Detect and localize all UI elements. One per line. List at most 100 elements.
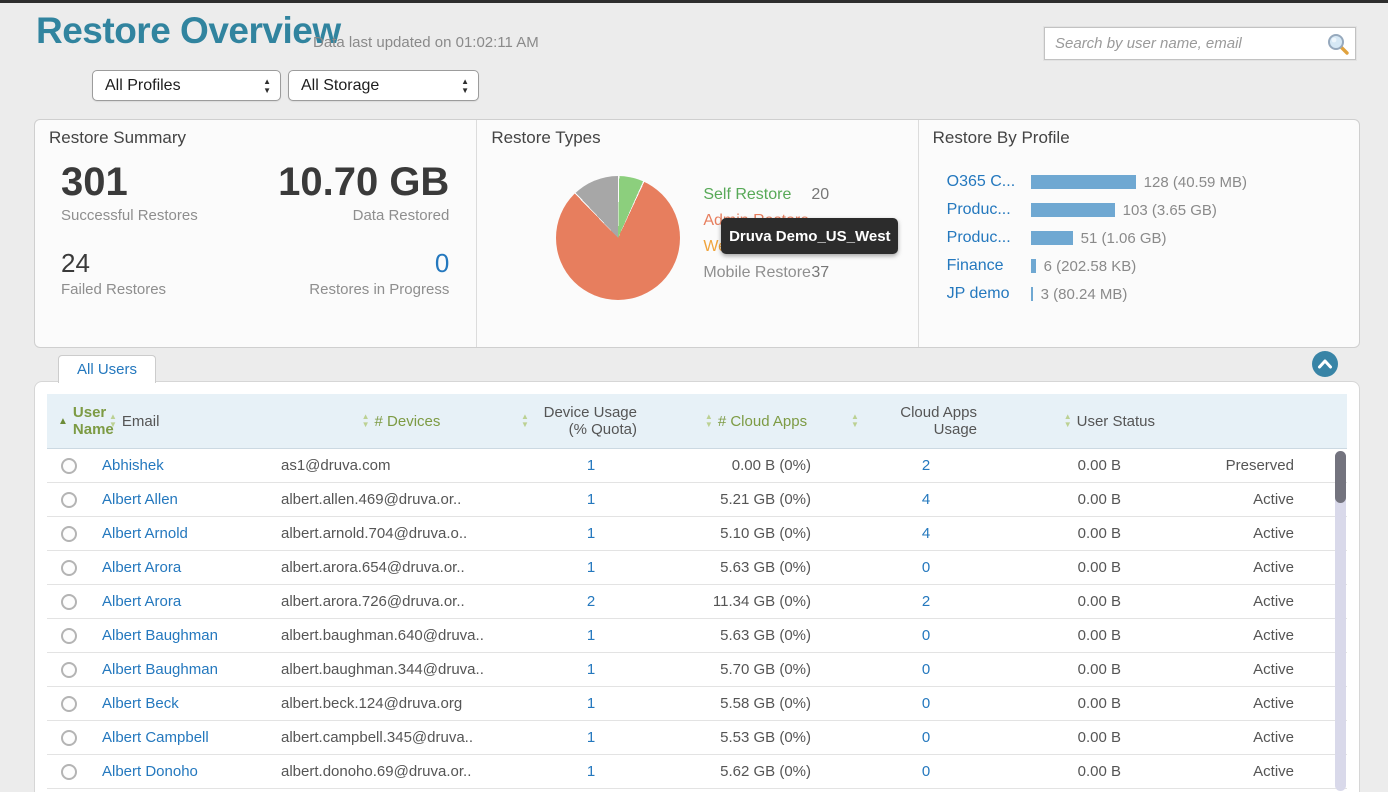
user-name-cell: Albert Campbell: [91, 729, 281, 746]
user-name-cell: Albert Arora: [91, 593, 281, 610]
profile-link[interactable]: Finance: [947, 257, 1031, 275]
table-scrollbar-thumb[interactable]: [1335, 451, 1346, 503]
cloud-apps-link[interactable]: 0: [922, 559, 930, 576]
search-input[interactable]: [1045, 35, 1325, 52]
email-cell: albert.arnold.704@druva.o..: [281, 525, 521, 542]
column-header-cloud_apps_usage[interactable]: ▲▼Cloud Apps Usage: [851, 404, 1001, 438]
device-usage-cell: 0.00 B (0%): [661, 457, 851, 474]
user-name-link[interactable]: Albert Baughman: [102, 627, 218, 644]
devices-link[interactable]: 1: [587, 729, 595, 746]
profile-link[interactable]: JP demo: [947, 285, 1031, 303]
user-name-link[interactable]: Albert Arora: [102, 593, 181, 610]
search-icon[interactable]: [1325, 31, 1351, 57]
sort-icon[interactable]: ▲▼: [1064, 413, 1072, 429]
profile-link[interactable]: Produc...: [947, 229, 1031, 247]
restore-summary-stats: 301 Successful Restores 10.70 GB Data Re…: [61, 160, 449, 298]
device-usage-cell: 5.62 GB (0%): [661, 763, 851, 780]
devices-link[interactable]: 1: [587, 763, 595, 780]
column-header-cloud_apps[interactable]: ▲▼ # Cloud Apps: [661, 413, 851, 430]
cloud-apps-link[interactable]: 0: [922, 627, 930, 644]
cloud-apps-link[interactable]: 4: [922, 491, 930, 508]
restores-in-progress-link[interactable]: 0: [255, 248, 449, 278]
column-header-devices[interactable]: ▲▼# Devices: [281, 413, 521, 430]
radio-cell: [47, 696, 91, 712]
storage-tooltip: Druva Demo_US_West: [721, 218, 898, 254]
row-radio-button[interactable]: [61, 526, 77, 542]
user-name-cell: Abhishek: [91, 457, 281, 474]
collapse-panel-button[interactable]: [1312, 351, 1338, 377]
cloud-apps-link[interactable]: 0: [922, 695, 930, 712]
devices-link[interactable]: 2: [587, 593, 595, 610]
row-radio-button[interactable]: [61, 662, 77, 678]
bar-row: JP demo3 (80.24 MB): [919, 280, 1359, 308]
user-name-link[interactable]: Albert Donoho: [102, 763, 198, 780]
table-scrollbar-track[interactable]: [1335, 451, 1346, 791]
table-row: Albert Arnold albert.arnold.704@druva.o..…: [47, 517, 1347, 551]
column-header-email[interactable]: ▲▼ Email: [91, 413, 281, 430]
profile-link[interactable]: Produc...: [947, 201, 1031, 219]
devices-link[interactable]: 1: [587, 661, 595, 678]
cloud-apps-usage-cell: 0.00 B: [1001, 695, 1161, 712]
profile-link[interactable]: O365 C...: [947, 173, 1031, 191]
bar-row: Finance6 (202.58 KB): [919, 252, 1359, 280]
row-radio-button[interactable]: [61, 628, 77, 644]
devices-cell: 1: [521, 491, 661, 508]
column-header-label: # Cloud Apps: [718, 413, 807, 430]
row-radio-button[interactable]: [61, 730, 77, 746]
user-name-link[interactable]: Albert Beck: [102, 695, 179, 712]
storage-select[interactable]: All Storage ▲▼: [288, 70, 479, 101]
devices-link[interactable]: 1: [587, 627, 595, 644]
restore-types-pie[interactable]: [556, 176, 680, 300]
cloud-apps-link[interactable]: 0: [922, 661, 930, 678]
devices-link[interactable]: 1: [587, 525, 595, 542]
select-arrows-icon: ▲▼: [461, 77, 469, 95]
column-header-user_name[interactable]: ▲User Name: [47, 404, 91, 438]
radio-cell: [47, 526, 91, 542]
cloud-apps-link[interactable]: 0: [922, 729, 930, 746]
sort-icon[interactable]: ▲▼: [705, 413, 713, 429]
sort-icon[interactable]: ▲▼: [109, 413, 117, 429]
row-radio-button[interactable]: [61, 560, 77, 576]
restores-in-progress-stat: 0 Restores in Progress: [255, 248, 449, 298]
restore-types-panel: Restore Types Self Restore20Admin Restor…: [476, 120, 917, 347]
devices-link[interactable]: 1: [587, 695, 595, 712]
tab-all-users[interactable]: All Users: [58, 355, 156, 383]
column-header-label: Email: [122, 413, 160, 430]
row-radio-button[interactable]: [61, 696, 77, 712]
row-radio-button[interactable]: [61, 594, 77, 610]
devices-link[interactable]: 1: [587, 457, 595, 474]
cloud-apps-cell: 4: [851, 491, 1001, 508]
column-header-label: Device Usage (% Quota): [534, 404, 637, 438]
user-name-link[interactable]: Albert Arnold: [102, 525, 188, 542]
sort-icon[interactable]: ▲▼: [521, 413, 529, 429]
cloud-apps-link[interactable]: 2: [922, 593, 930, 610]
table-row: Albert Allenalbert.allen.469@druva.or..1…: [47, 483, 1347, 517]
cloud-apps-link[interactable]: 4: [922, 525, 930, 542]
user-name-link[interactable]: Albert Allen: [102, 491, 178, 508]
devices-link[interactable]: 1: [587, 491, 595, 508]
user-name-link[interactable]: Abhishek: [102, 457, 164, 474]
devices-cell: 1: [521, 457, 661, 474]
cloud-apps-link[interactable]: 0: [922, 763, 930, 780]
devices-link[interactable]: 1: [587, 559, 595, 576]
device-usage-cell: 5.10 GB (0%): [661, 525, 851, 542]
user-name-link[interactable]: Albert Arora: [102, 559, 181, 576]
cloud-apps-link[interactable]: 2: [922, 457, 930, 474]
user-name-link[interactable]: Albert Baughman: [102, 661, 218, 678]
radio-cell: [47, 458, 91, 474]
user-name-cell: Albert Baughman: [91, 661, 281, 678]
email-cell: albert.baughman.344@druva..: [281, 661, 521, 678]
column-header-device_usage[interactable]: ▲▼ Device Usage (% Quota): [521, 404, 661, 438]
row-radio-button[interactable]: [61, 458, 77, 474]
restore-by-profile-title: Restore By Profile: [933, 128, 1070, 148]
sort-icon[interactable]: ▲▼: [851, 413, 859, 429]
user-name-cell: Albert Arora: [91, 559, 281, 576]
profiles-select[interactable]: All Profiles ▲▼: [92, 70, 281, 101]
search-box[interactable]: [1044, 27, 1356, 60]
row-radio-button[interactable]: [61, 764, 77, 780]
sort-icon[interactable]: ▲▼: [362, 413, 370, 429]
row-radio-button[interactable]: [61, 492, 77, 508]
user-name-link[interactable]: Albert Campbell: [102, 729, 209, 746]
sort-asc-icon[interactable]: ▲: [58, 413, 68, 430]
column-header-user_status[interactable]: ▲▼User Status: [1001, 413, 1161, 430]
